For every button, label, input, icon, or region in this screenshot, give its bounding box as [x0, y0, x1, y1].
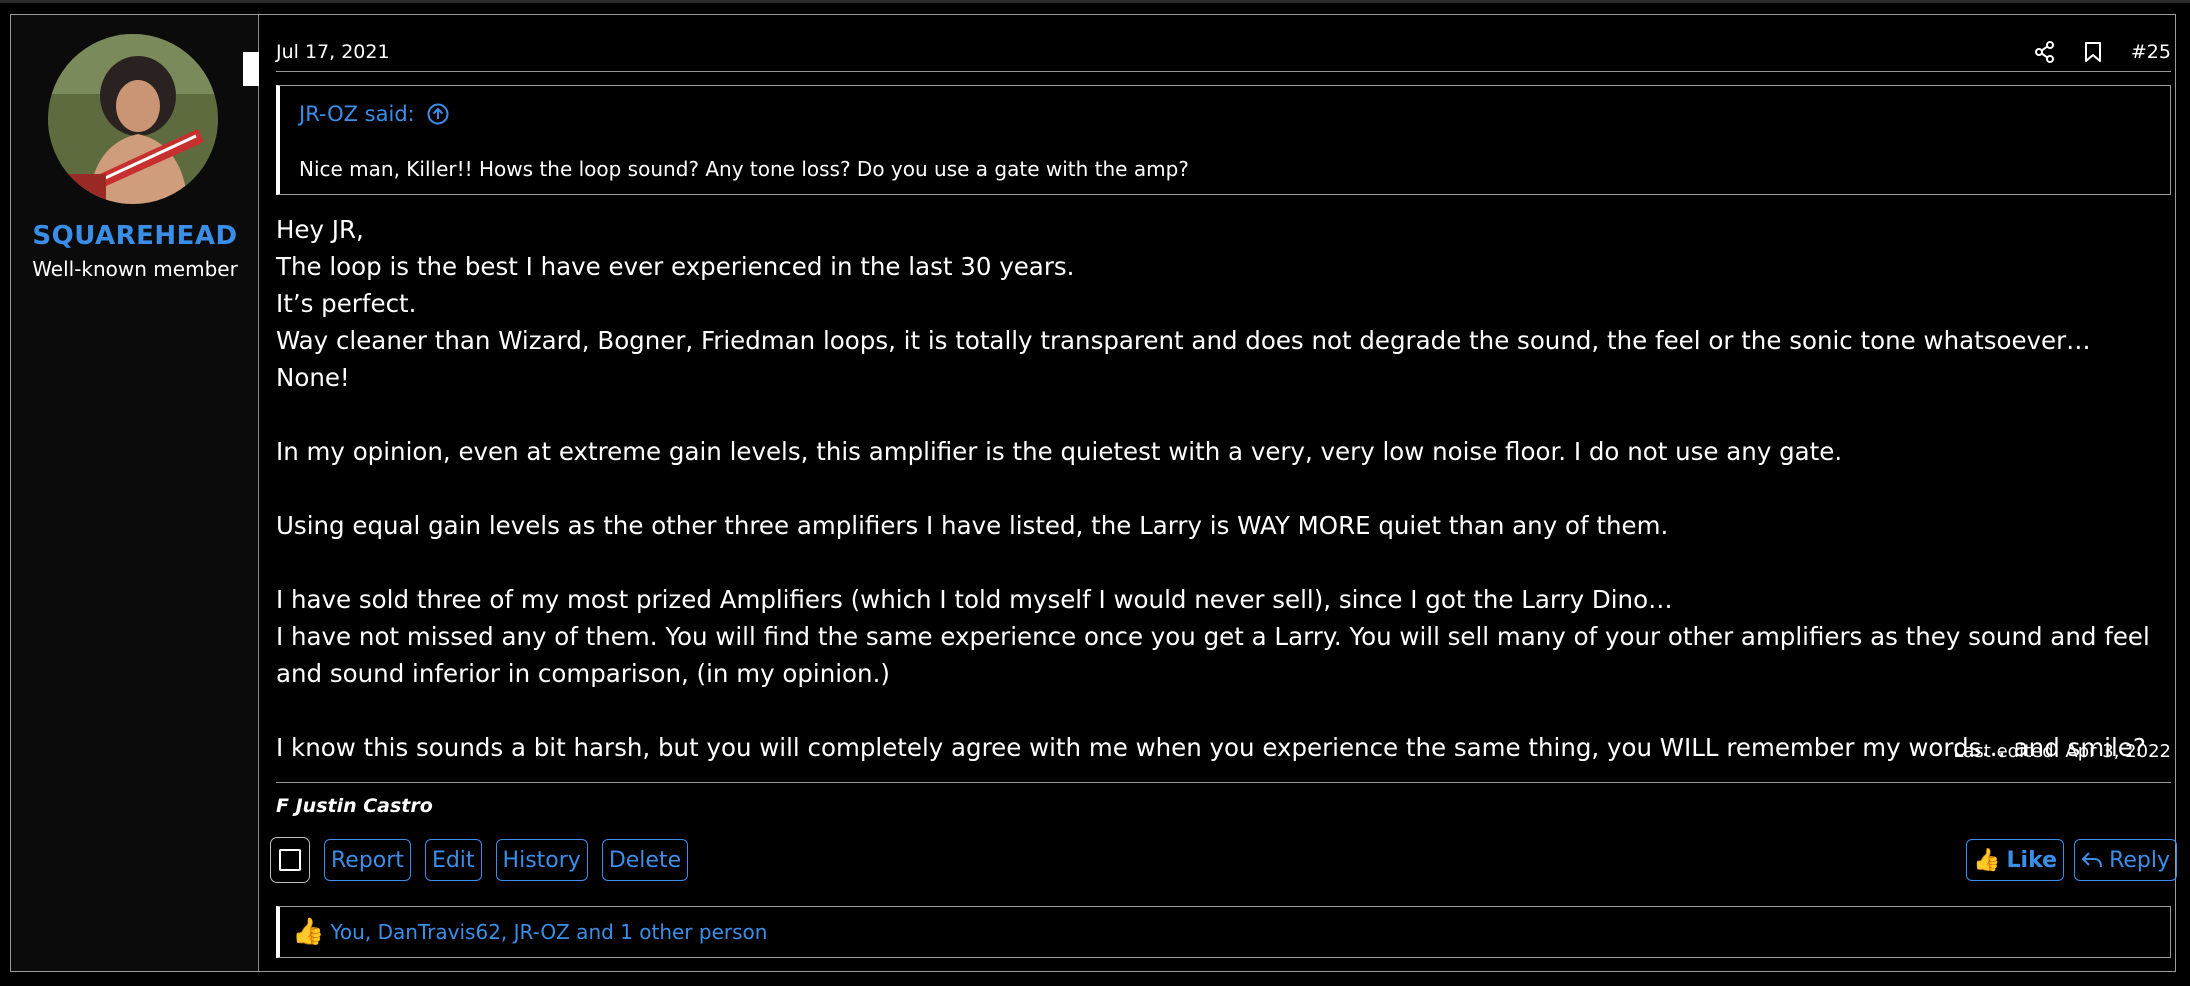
post-header-actions: #25: [2009, 37, 2171, 67]
quote-author-link[interactable]: JR-OZ said:: [299, 102, 449, 126]
last-edited: Last edited: Apr 3, 2022: [1953, 741, 2171, 762]
signature: F Justin Castro: [276, 795, 433, 817]
message-line: Way cleaner than Wizard, Bogner, Friedma…: [276, 326, 2091, 392]
like-button[interactable]: 👍 Like: [1966, 839, 2065, 881]
message-line: I have sold three of my most prized Ampl…: [276, 585, 1673, 614]
reactions-list-link[interactable]: You, DanTravis62, JR-OZ and 1 other pers…: [330, 920, 767, 944]
reply-button[interactable]: Reply: [2074, 839, 2177, 881]
top-divider: [0, 0, 2190, 3]
quote-block: JR-OZ said: Nice man, Killer!! Hows the …: [276, 85, 2171, 195]
reply-label: Reply: [2109, 847, 2170, 873]
message-line: The loop is the best I have ever experie…: [276, 252, 1075, 281]
user-title: Well-known member: [32, 257, 238, 281]
checkbox-icon: [279, 849, 301, 871]
reply-icon: [2081, 851, 2103, 869]
post-footer-actions: Report Edit History Delete: [270, 837, 702, 883]
quote-author: JR-OZ said:: [299, 102, 415, 126]
post-reaction-actions: 👍 Like Reply: [1956, 839, 2177, 881]
select-post-checkbox[interactable]: [270, 837, 310, 883]
edit-button[interactable]: Edit: [424, 839, 482, 881]
share-icon[interactable]: [2033, 40, 2057, 64]
like-label: Like: [2006, 847, 2058, 873]
message-line: I know this sounds a bit harsh, but you …: [276, 733, 2146, 762]
forum-post: SQUAREHEAD Well-known member Jul 17, 202…: [10, 14, 2177, 972]
post-date[interactable]: Jul 17, 2021: [276, 41, 390, 63]
post-content: Jul 17, 2021 #25 JR-OZ said: Nice man, K…: [270, 15, 2177, 971]
delete-button[interactable]: Delete: [601, 839, 689, 881]
message-line: Hey JR,: [276, 215, 364, 244]
post-number-link[interactable]: #25: [2131, 41, 2171, 63]
post-arrow-marker: [243, 52, 259, 86]
message-line: It’s perfect.: [276, 289, 417, 318]
thumbs-up-icon: 👍: [1973, 847, 2001, 873]
user-info-column: SQUAREHEAD Well-known member: [11, 15, 259, 971]
quote-text: Nice man, Killer!! Hows the loop sound? …: [299, 157, 1189, 181]
avatar-image: [48, 34, 218, 204]
post-header: Jul 17, 2021 #25: [276, 37, 2171, 72]
thumbs-up-icon: 👍: [292, 917, 325, 947]
message-line: In my opinion, even at extreme gain leve…: [276, 437, 1843, 466]
arrow-up-circle-icon: [427, 103, 449, 125]
history-button[interactable]: History: [495, 839, 588, 881]
message-body: Hey JR, The loop is the best I have ever…: [276, 211, 2171, 766]
avatar[interactable]: [48, 34, 218, 204]
message-line: I have not missed any of them. You will …: [276, 622, 2150, 688]
username[interactable]: SQUAREHEAD: [11, 221, 259, 251]
reactions-bar: 👍 You, DanTravis62, JR-OZ and 1 other pe…: [276, 906, 2171, 958]
message-line: Using equal gain levels as the other thr…: [276, 511, 1669, 540]
bookmark-icon[interactable]: [2081, 40, 2105, 64]
signature-divider: [276, 782, 2171, 783]
report-button[interactable]: Report: [324, 839, 411, 881]
